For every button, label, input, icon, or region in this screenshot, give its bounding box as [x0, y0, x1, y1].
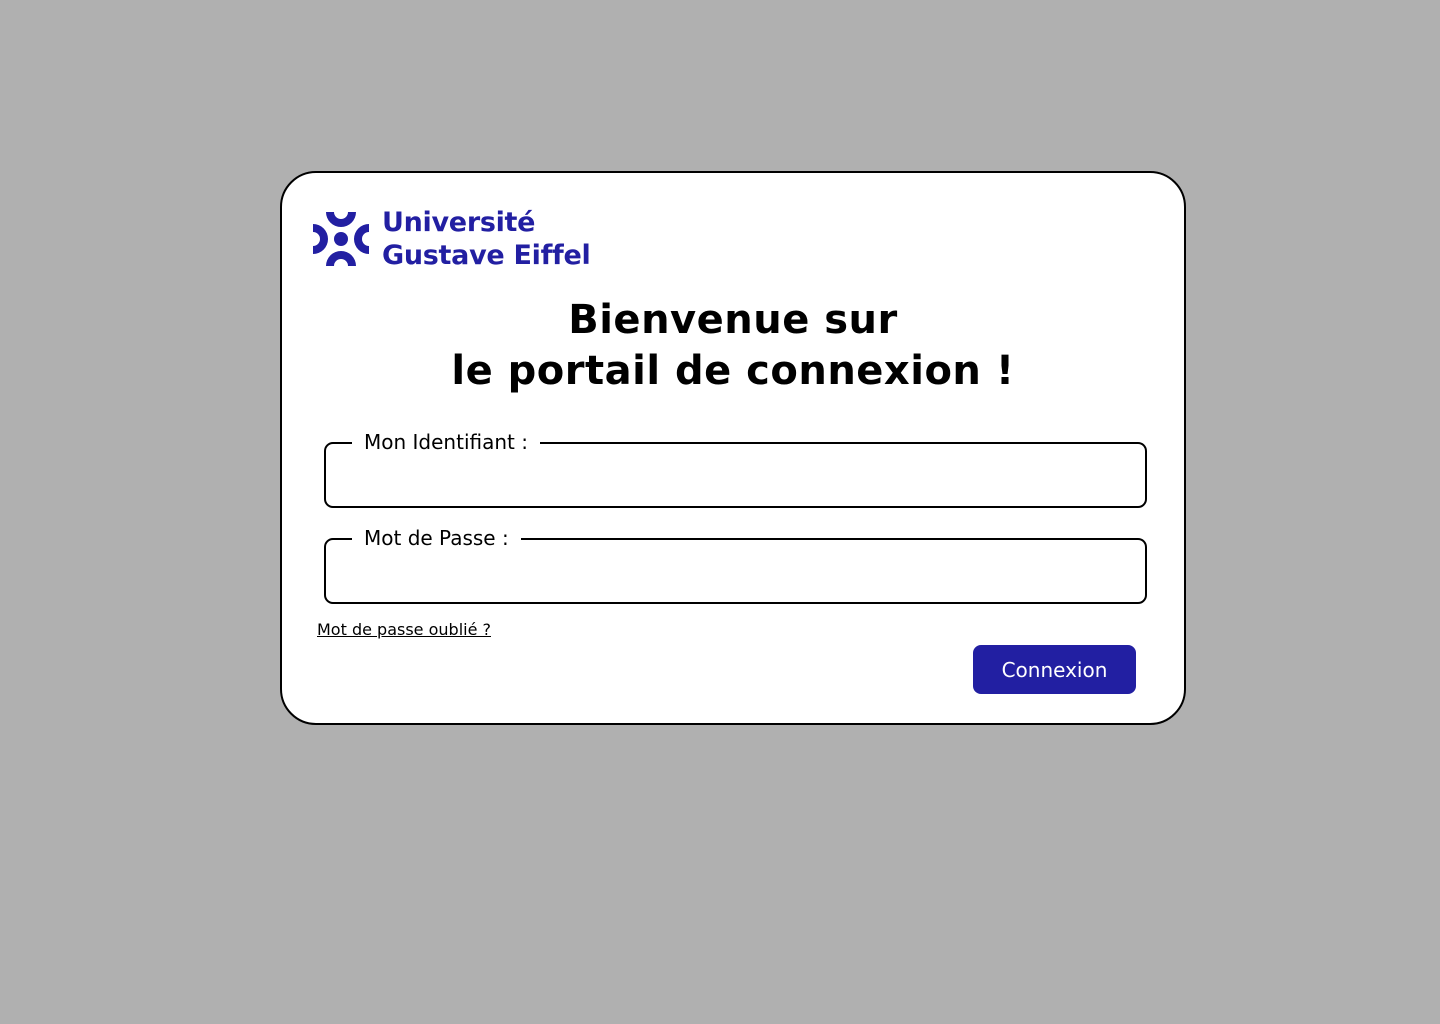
page-title-line1: Bienvenue sur	[568, 297, 898, 343]
university-name-line2: Gustave Eiffel	[382, 240, 591, 271]
university-logo-icon	[313, 212, 369, 266]
login-button[interactable]: Connexion	[973, 645, 1136, 694]
forgot-password-link[interactable]: Mot de passe oublié ?	[317, 620, 491, 639]
page-title-line2: le portail de connexion !	[451, 348, 1015, 394]
university-logo: Université Gustave Eiffel	[312, 206, 591, 272]
page-title: Bienvenue sur le portail de connexion !	[282, 295, 1184, 397]
password-field: Mot de Passe :	[324, 526, 1147, 604]
university-name-line1: Université	[382, 207, 536, 238]
university-name: Université Gustave Eiffel	[382, 206, 591, 272]
username-input[interactable]	[342, 458, 1129, 494]
password-input[interactable]	[342, 554, 1129, 590]
username-label: Mon Identifiant :	[352, 430, 540, 454]
login-card: Université Gustave Eiffel Bienvenue sur …	[280, 171, 1186, 725]
username-field: Mon Identifiant :	[324, 430, 1147, 508]
password-label: Mot de Passe :	[352, 526, 521, 550]
